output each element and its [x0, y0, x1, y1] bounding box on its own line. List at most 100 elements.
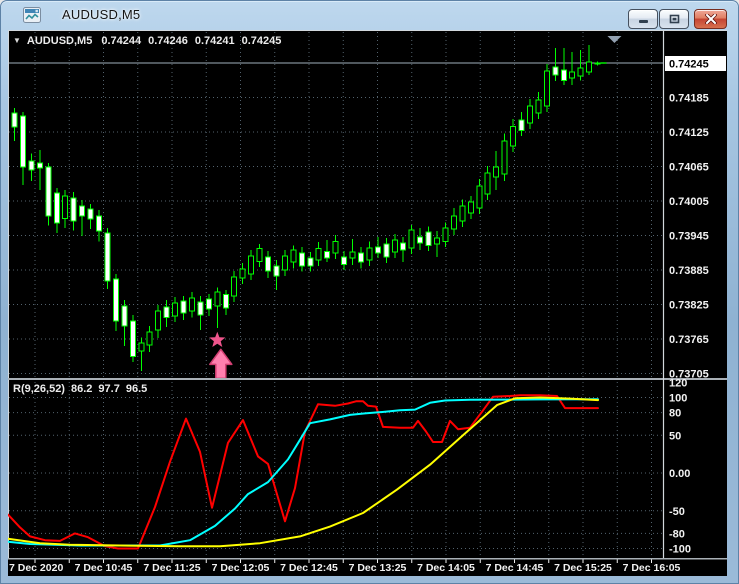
close-button[interactable]: [694, 9, 727, 29]
minimize-icon: [638, 15, 649, 24]
candle-body: [485, 173, 490, 194]
candle-body: [12, 113, 17, 127]
candle-body: [29, 161, 34, 170]
candle-body: [63, 196, 68, 218]
indicator-axis-label: -80: [669, 528, 685, 540]
price-axis-label: 0.74185: [669, 93, 709, 105]
time-axis-label: 7 Dec 2020: [9, 562, 63, 574]
candle-body: [401, 243, 406, 250]
candle-body: [519, 120, 524, 130]
price-axis-label: 0.73945: [669, 231, 709, 243]
candle-body: [587, 62, 592, 72]
candle-body: [367, 248, 372, 260]
ohlc-close: 0.74245: [242, 35, 282, 47]
candle-body: [173, 303, 178, 316]
indicator-axis-label: 0.00: [669, 468, 690, 480]
candle-body: [316, 249, 321, 261]
indicator-value-2: 97.7: [98, 383, 119, 395]
price-axis-label: 0.74005: [669, 196, 709, 208]
chart-client-area[interactable]: 0.74185 0.74125 0.74065 0.74005 0.73945 0.738…: [8, 30, 727, 576]
candle-body: [325, 252, 330, 258]
candle-body: [156, 311, 161, 330]
candle-body: [282, 256, 287, 270]
candle-body: [198, 302, 203, 315]
time-axis-label: 7 Dec 14:45: [486, 562, 544, 574]
indicator-axis-label: 80: [669, 408, 681, 420]
candle-body: [257, 249, 262, 262]
indicator-axis-label: -100: [669, 544, 691, 556]
price-axis-label: 0.73885: [669, 265, 709, 277]
ohlc-symbol: AUDUSD,M5: [27, 35, 92, 47]
time-axis-label: 7 Dec 12:05: [212, 562, 270, 574]
candle-body: [502, 141, 507, 174]
ohlc-low: 0.74241: [195, 35, 235, 47]
chart-canvas[interactable]: 0.74185 0.74125 0.74065 0.74005 0.73945 0.738…: [8, 30, 727, 576]
candle-body: [333, 241, 338, 253]
candle-body: [113, 279, 118, 321]
symbol-dropdown-icon[interactable]: ▼: [13, 36, 21, 45]
time-axis-label: 7 Dec 15:25: [554, 562, 612, 574]
candle-body: [97, 216, 102, 231]
indicator-value-1: 86.2: [71, 383, 92, 395]
candle-body: [308, 258, 313, 266]
candle-body: [527, 106, 532, 123]
time-axis-label: 7 Dec 11:25: [143, 562, 200, 574]
candle-body: [375, 247, 380, 253]
candle-body: [122, 306, 127, 326]
candle-body: [494, 167, 499, 177]
candle-body: [130, 321, 135, 356]
indicator-axis-label: 50: [669, 430, 681, 442]
candle-body: [511, 126, 516, 146]
time-axis-label: 7 Dec 12:45: [280, 562, 338, 574]
maximize-button[interactable]: [659, 9, 689, 29]
candle-body: [358, 253, 363, 262]
candle-body: [266, 257, 271, 271]
candle-body: [249, 256, 254, 274]
candle-body: [80, 206, 85, 216]
candle-body: [570, 72, 575, 78]
candle-body: [426, 232, 431, 245]
indicator-name: R(9,26,52): [13, 383, 65, 395]
maximize-icon: [669, 14, 680, 24]
candle-body: [451, 216, 456, 229]
candle-body: [189, 298, 194, 311]
candle-body: [299, 253, 304, 266]
price-axis-label: 0.74065: [669, 162, 709, 174]
time-axis-label: 7 Dec 10:45: [75, 562, 133, 574]
time-axis-divider: [8, 558, 727, 560]
candle-body: [468, 202, 473, 213]
price-axis-label: 0.74125: [669, 127, 709, 139]
candle-body: [409, 230, 414, 248]
candle-body: [536, 100, 541, 113]
candle-body: [206, 299, 211, 309]
ohlc-header: ▼AUDUSD,M50.742440.742460.742410.74245: [13, 35, 281, 47]
title-bar[interactable]: AUDUSD,M5: [0, 0, 739, 30]
candle-body: [164, 307, 169, 318]
candle-body: [350, 252, 355, 258]
candle-body: [595, 63, 600, 64]
candle-body: [105, 233, 110, 281]
chart-app-icon: [23, 7, 41, 23]
candle-body: [384, 244, 389, 257]
candle-body: [46, 167, 51, 216]
candle-body: [460, 206, 465, 221]
candle-body: [342, 257, 347, 264]
indicator-axis-label: 100: [669, 393, 687, 405]
time-axis-label: 7 Dec 13:25: [349, 562, 407, 574]
chart-window: AUDUSD,M5 0.741850.741250.740650.740050.…: [0, 0, 739, 584]
candle-body: [435, 238, 440, 244]
candle-body: [20, 116, 25, 167]
candle-body: [544, 71, 549, 106]
ohlc-high: 0.74246: [148, 35, 188, 47]
candle-body: [37, 163, 42, 168]
candle-body: [392, 240, 397, 252]
minimize-button[interactable]: [628, 9, 658, 29]
candle-body: [215, 292, 220, 306]
candle-body: [54, 193, 59, 223]
subwindow-divider[interactable]: [8, 378, 727, 380]
candle-body: [291, 250, 296, 262]
indicator-axis-label: 120: [669, 377, 687, 389]
indicator-axis-label: -50: [669, 506, 685, 518]
candle-body: [139, 343, 144, 351]
current-price-tag-label: 0.74245: [669, 59, 709, 71]
